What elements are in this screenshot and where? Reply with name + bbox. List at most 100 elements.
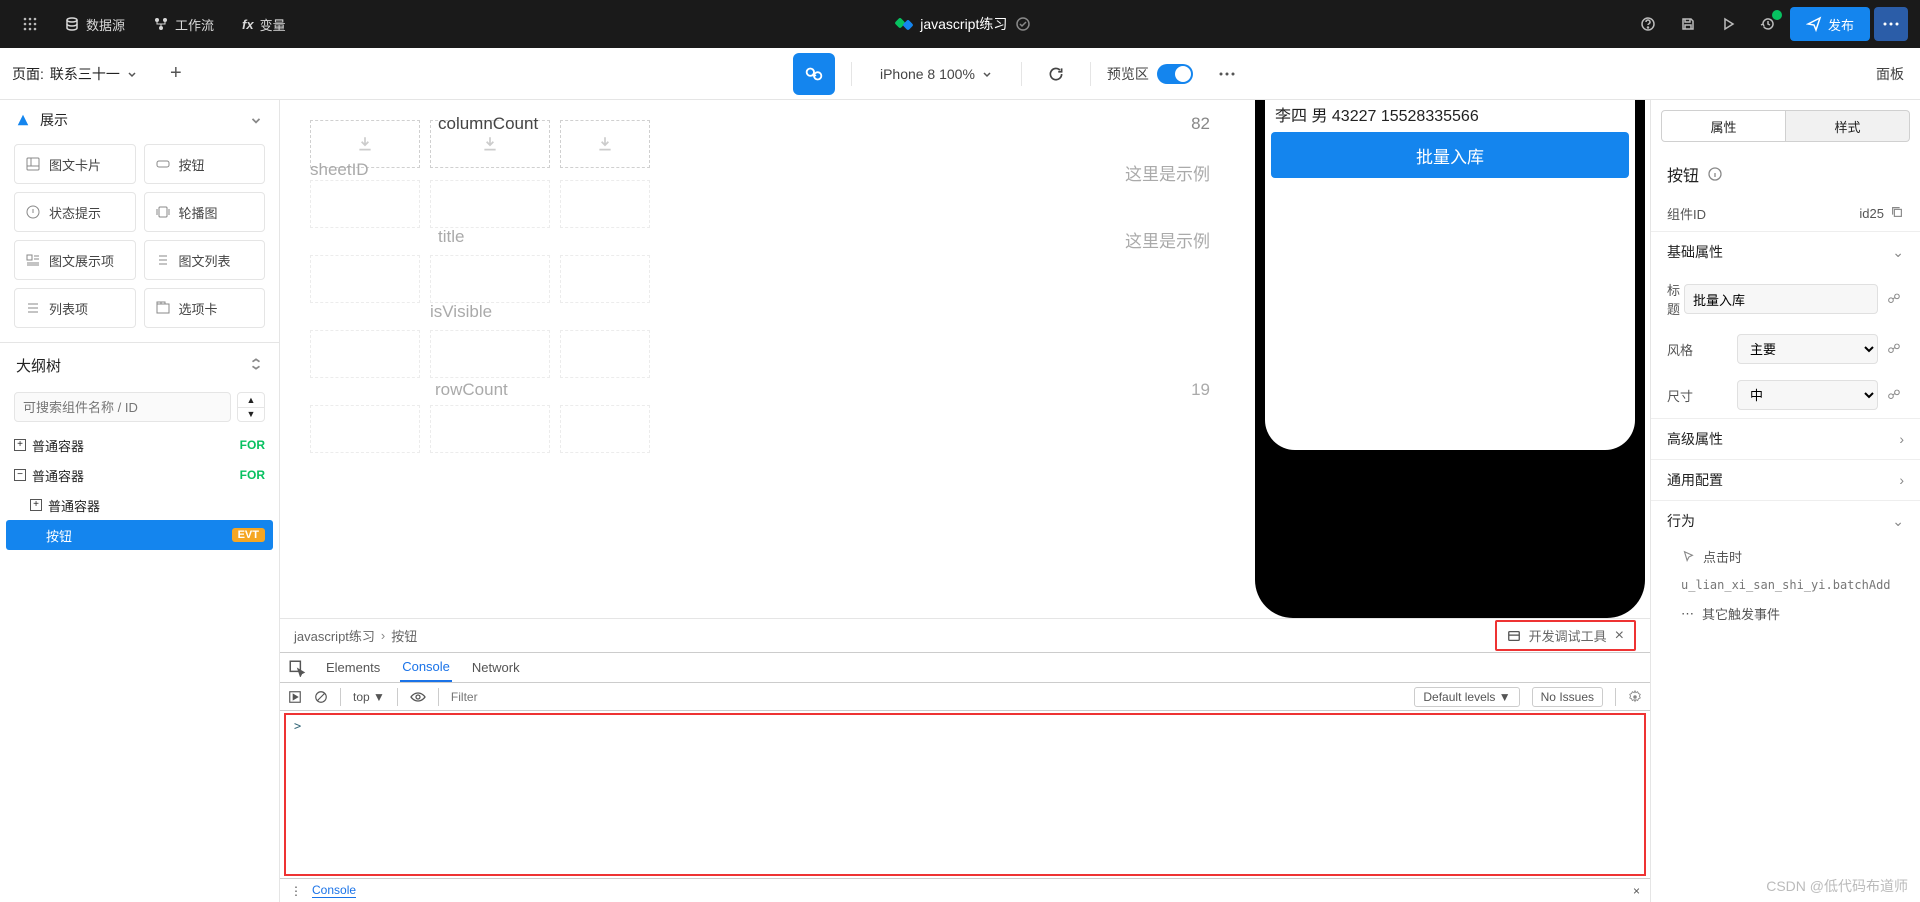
help-icon[interactable] [1630, 6, 1666, 42]
bind-icon[interactable]: ☍ [1884, 341, 1904, 357]
clear-icon[interactable] [314, 690, 328, 704]
top-left-group: 数据源 工作流 fx变量 [12, 6, 298, 42]
basic-props-header[interactable]: 基础属性⌄ [1651, 231, 1920, 272]
devtools-tab-network[interactable]: Network [470, 654, 522, 681]
drop-zone[interactable] [560, 255, 650, 303]
status-dot [1772, 10, 1782, 20]
apps-grid-icon[interactable] [12, 6, 48, 42]
outline-header[interactable]: 大纲树 [0, 342, 279, 388]
component-carousel[interactable]: 轮播图 [144, 192, 266, 232]
no-issues-chip[interactable]: No Issues [1532, 687, 1603, 707]
devtools-toggle[interactable]: 开发调试工具 × [1495, 620, 1636, 651]
datasource-menu[interactable]: 数据源 [52, 9, 137, 40]
tree-node-container[interactable]: −普通容器FOR [6, 460, 273, 490]
drop-zone[interactable] [430, 405, 550, 453]
log-levels-selector[interactable]: Default levels ▼ [1414, 687, 1519, 707]
more-button[interactable] [1874, 7, 1908, 41]
component-image-text-item[interactable]: 图文展示项 [14, 240, 136, 280]
drop-zone[interactable] [310, 330, 420, 378]
drawer-handle-icon[interactable]: ⋮ [290, 884, 302, 898]
drop-zone[interactable] [560, 330, 650, 378]
context-selector[interactable]: top ▼ [353, 690, 385, 704]
devtools-tab-elements[interactable]: Elements [324, 654, 382, 681]
general-config-header[interactable]: 通用配置› [1651, 459, 1920, 500]
component-status-tip[interactable]: 状态提示 [14, 192, 136, 232]
expand-plus-icon[interactable]: + [14, 439, 26, 451]
drop-zone[interactable] [430, 330, 550, 378]
history-icon[interactable] [1750, 6, 1786, 42]
drop-zone[interactable] [560, 405, 650, 453]
drop-zone[interactable] [430, 180, 550, 228]
component-tabs[interactable]: 选项卡 [144, 288, 266, 328]
preview-switch[interactable] [1157, 64, 1193, 84]
drop-zone[interactable] [310, 255, 420, 303]
drop-zone[interactable] [560, 180, 650, 228]
tree-node-container[interactable]: +普通容器 [6, 490, 273, 520]
bind-icon[interactable]: ☍ [1884, 291, 1904, 307]
add-page-button[interactable]: + [162, 60, 190, 88]
chevron-down-icon [126, 68, 138, 80]
styles-tab[interactable]: 样式 [1786, 110, 1910, 142]
publish-button[interactable]: 发布 [1790, 7, 1870, 41]
workflow-label: 工作流 [175, 15, 214, 34]
close-icon[interactable]: × [1615, 627, 1624, 645]
drop-zone[interactable] [310, 405, 420, 453]
drop-zone[interactable] [560, 120, 650, 168]
gear-icon[interactable] [1628, 690, 1642, 704]
crumb-node[interactable]: 按钮 [391, 626, 417, 645]
props-tab[interactable]: 属性 [1661, 110, 1786, 142]
inspect-icon[interactable] [288, 659, 306, 677]
panel-toggle[interactable]: 面板 [1848, 64, 1908, 84]
save-icon[interactable] [1670, 6, 1706, 42]
drawer-close-icon[interactable]: × [1633, 884, 1640, 898]
component-button[interactable]: 按钮 [144, 144, 266, 184]
console-filter-input[interactable] [451, 687, 1402, 707]
left-panel: 展示 图文卡片 按钮 状态提示 轮播图 图文展示项 图文列表 列表项 选项卡 大… [0, 100, 280, 902]
drop-zone[interactable] [310, 180, 420, 228]
crumb-project[interactable]: javascript练习 [294, 626, 375, 645]
console-output[interactable]: > [284, 713, 1646, 876]
component-image-text-card[interactable]: 图文卡片 [14, 144, 136, 184]
page-selector[interactable]: 页面: 联系三十一 [12, 64, 138, 84]
miniprogram-mode-button[interactable] [793, 53, 835, 95]
tree-node-button[interactable]: 按钮EVT [6, 520, 273, 550]
field-value: 19 [1191, 380, 1210, 400]
run-icon[interactable] [288, 690, 302, 704]
project-title-area[interactable]: javascript练习 [896, 14, 1031, 34]
canvas[interactable]: columnCount82 sheetID这里是示例 title这里是示例 is… [280, 100, 1250, 618]
devtools-tab-console[interactable]: Console [400, 653, 452, 682]
eye-icon[interactable] [410, 691, 426, 703]
other-events[interactable]: ⋯其它触发事件 [1651, 598, 1920, 629]
collapse-minus-icon[interactable]: − [14, 469, 26, 481]
preview-batch-button[interactable]: 批量入库 [1271, 132, 1629, 178]
drawer-console-tab[interactable]: Console [312, 883, 356, 898]
play-icon[interactable] [1710, 6, 1746, 42]
drop-zone[interactable] [430, 255, 550, 303]
event-handler[interactable]: u_lian_xi_san_shi_yi.batchAdd [1651, 572, 1920, 598]
outline-search-input[interactable] [14, 392, 231, 422]
on-click-event[interactable]: 点击时 [1651, 541, 1920, 572]
device-selector[interactable]: iPhone 8 100% [868, 60, 1005, 88]
display-section-header[interactable]: 展示 [0, 100, 279, 140]
style-select[interactable]: 主要 [1737, 334, 1878, 364]
sort-icon[interactable] [249, 357, 263, 375]
workflow-menu[interactable]: 工作流 [141, 9, 226, 40]
advanced-props-header[interactable]: 高级属性› [1651, 418, 1920, 459]
copy-icon[interactable] [1890, 205, 1904, 222]
behavior-header[interactable]: 行为⌄ [1651, 500, 1920, 541]
variables-menu[interactable]: fx变量 [230, 9, 298, 40]
component-image-text-list[interactable]: 图文列表 [144, 240, 266, 280]
outline-spinner[interactable]: ▲▼ [237, 392, 265, 422]
second-bar: 页面: 联系三十一 + iPhone 8 100% 预览区 面板 [0, 48, 1920, 100]
info-icon[interactable] [1707, 166, 1723, 182]
evt-badge: EVT [232, 528, 265, 542]
overflow-menu[interactable] [1209, 56, 1245, 92]
title-input[interactable] [1684, 284, 1878, 314]
expand-plus-icon[interactable]: + [30, 499, 42, 511]
bind-icon[interactable]: ☍ [1884, 387, 1904, 403]
selected-component-title: 按钮 [1651, 152, 1920, 196]
component-list-item[interactable]: 列表项 [14, 288, 136, 328]
tree-node-container[interactable]: +普通容器FOR [6, 430, 273, 460]
refresh-button[interactable] [1038, 56, 1074, 92]
size-select[interactable]: 中 [1737, 380, 1878, 410]
